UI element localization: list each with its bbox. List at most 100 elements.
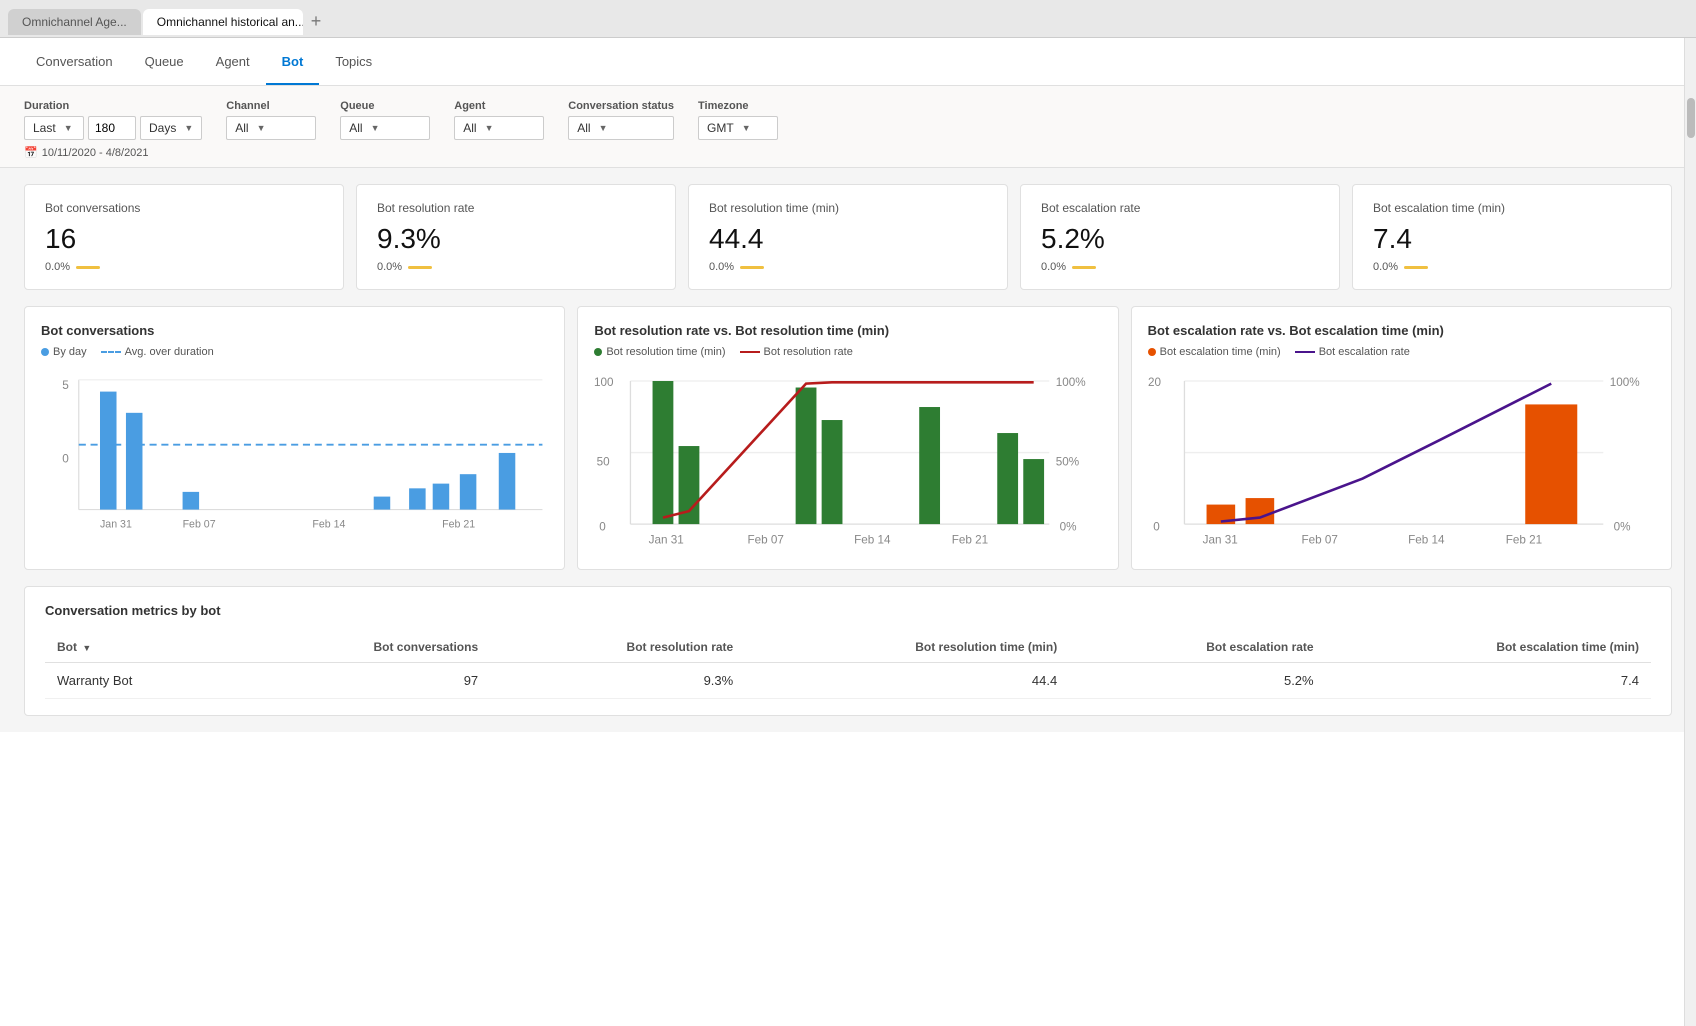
svg-text:Jan 31: Jan 31 [100,518,132,530]
svg-text:Feb 14: Feb 14 [312,518,345,530]
duration-filter: Duration Last ▼ Days ▼ [24,100,202,140]
duration-unit-select[interactable]: Days ▼ [140,116,202,140]
svg-text:20: 20 [1148,376,1162,389]
channel-label: Channel [226,100,316,112]
queue-label: Queue [340,100,430,112]
tab-agent[interactable]: Agent [200,40,266,85]
bar [374,497,391,510]
conversation-metrics-table-section: Conversation metrics by bot Bot ▼ Bot co… [24,586,1672,716]
col-bot[interactable]: Bot ▼ [45,632,239,663]
bar [409,488,426,509]
kpi-bot-escalation-rate: Bot escalation rate 5.2% 0.0% [1020,184,1340,290]
main-content: Bot conversations 16 0.0% Bot resolution… [0,168,1696,732]
kpi-row: Bot conversations 16 0.0% Bot resolution… [24,184,1672,290]
chevron-down-icon: ▼ [599,123,608,133]
cell-resolution-time: 44.4 [745,663,1069,699]
bar [126,413,143,510]
nav-tab-bar: Conversation Queue Agent Bot Topics [0,38,1696,86]
svg-text:0: 0 [62,452,69,465]
agent-label: Agent [454,100,544,112]
browser-tab-bar: Omnichannel Age... Omnichannel historica… [0,0,1696,38]
chevron-down-icon: ▼ [257,123,266,133]
calendar-icon: 📅 [24,146,38,159]
legend-line-escalation-rate [1295,351,1315,353]
svg-text:50%: 50% [1056,456,1079,469]
tab-omnichannel-agent[interactable]: Omnichannel Age... [8,9,141,35]
svg-text:Jan 31: Jan 31 [1202,534,1237,547]
line-bar-chart-svg: 100 50 0 100% 50% 0% [594,368,1101,550]
kpi-trend-bar [1404,266,1428,269]
svg-text:Feb 21: Feb 21 [952,534,988,547]
scrollbar[interactable] [1684,38,1696,1026]
channel-filter: Channel All ▼ [226,100,316,140]
legend-dash-avg [101,351,121,353]
svg-text:Feb 07: Feb 07 [748,534,784,547]
svg-text:Feb 07: Feb 07 [183,518,216,530]
kpi-trend-bar [408,266,432,269]
kpi-trend-bar [1072,266,1096,269]
scrollbar-thumb[interactable] [1687,98,1695,138]
svg-text:0%: 0% [1060,521,1077,534]
bar [499,453,516,510]
svg-text:0%: 0% [1613,521,1630,534]
conv-status-select[interactable]: All ▼ [568,116,674,140]
date-range: 📅 10/11/2020 - 4/8/2021 [24,146,1672,159]
add-tab-button[interactable]: + [305,11,328,32]
timezone-select[interactable]: GMT ▼ [698,116,778,140]
queue-filter: Queue All ▼ [340,100,430,140]
cell-escalation-time: 7.4 [1326,663,1651,699]
kpi-bot-conversations: Bot conversations 16 0.0% [24,184,344,290]
timezone-label: Timezone [698,100,778,112]
cell-bot-name: Warranty Bot [45,663,239,699]
chevron-down-icon: ▼ [64,123,73,133]
charts-row: Bot conversations By day Avg. over durat… [24,306,1672,570]
svg-text:50: 50 [597,456,611,469]
kpi-bot-resolution-time: Bot resolution time (min) 44.4 0.0% [688,184,1008,290]
svg-text:100: 100 [594,376,614,389]
svg-text:Jan 31: Jan 31 [649,534,684,547]
legend-dot-escalation-time [1148,348,1156,356]
col-resolution-rate: Bot resolution rate [490,632,745,663]
svg-text:Feb 21: Feb 21 [1505,534,1541,547]
tab-queue[interactable]: Queue [129,40,200,85]
tab-conversation[interactable]: Conversation [20,40,129,85]
bot-escalation-chart: Bot escalation rate vs. Bot escalation t… [1131,306,1672,570]
queue-select[interactable]: All ▼ [340,116,430,140]
bot-conversations-chart: Bot conversations By day Avg. over durat… [24,306,565,570]
svg-text:Feb 21: Feb 21 [442,518,475,530]
cell-escalation-rate: 5.2% [1069,663,1325,699]
legend-dot-resolution-time [594,348,602,356]
bar [433,484,450,510]
bar [100,392,117,510]
chevron-down-icon: ▼ [485,123,494,133]
chevron-down-icon: ▼ [184,123,193,133]
svg-text:100%: 100% [1609,376,1639,389]
agent-select[interactable]: All ▼ [454,116,544,140]
bar-chart-svg: 5 0 Jan 31 [41,368,548,533]
kpi-trend-bar [740,266,764,269]
kpi-trend-bar [76,266,100,269]
channel-select[interactable]: All ▼ [226,116,316,140]
tab-bot[interactable]: Bot [266,40,320,85]
bar [460,474,477,509]
col-escalation-time: Bot escalation time (min) [1326,632,1651,663]
bar [183,492,200,510]
bot-metrics-table: Bot ▼ Bot conversations Bot resolution r… [45,632,1651,699]
tab-omnichannel-historical[interactable]: Omnichannel historical an... ✕ [143,9,303,35]
svg-text:0: 0 [1153,521,1160,534]
svg-text:Feb 14: Feb 14 [854,534,891,547]
tab-topics[interactable]: Topics [319,40,388,85]
col-escalation-rate: Bot escalation rate [1069,632,1325,663]
timezone-filter: Timezone GMT ▼ [698,100,778,140]
col-resolution-time: Bot resolution time (min) [745,632,1069,663]
kpi-bot-resolution-rate: Bot resolution rate 9.3% 0.0% [356,184,676,290]
table-section-title: Conversation metrics by bot [45,603,1651,618]
duration-value-input[interactable] [88,116,136,140]
bot-resolution-chart: Bot resolution rate vs. Bot resolution t… [577,306,1118,570]
duration-label: Duration [24,100,202,112]
svg-text:Feb 07: Feb 07 [1301,534,1337,547]
duration-preset-select[interactable]: Last ▼ [24,116,84,140]
legend-line-resolution-rate [740,351,760,353]
app-container: Conversation Queue Agent Bot Topics Dura… [0,38,1696,1026]
cell-resolution-rate: 9.3% [490,663,745,699]
